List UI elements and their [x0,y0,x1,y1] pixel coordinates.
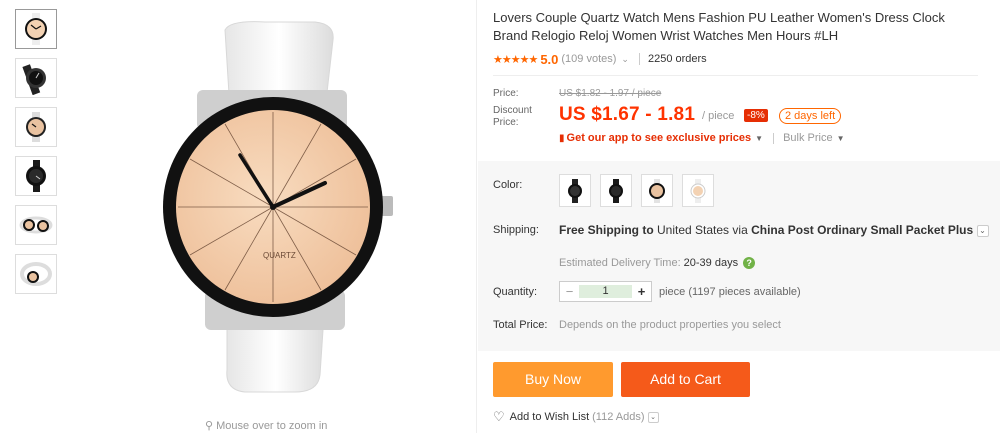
bulk-price-link[interactable]: Bulk Price [783,132,833,144]
color-swatches [559,174,723,207]
app-promo-link[interactable]: Get our app to see exclusive prices [567,132,752,144]
rating-score[interactable]: 5.0 [540,52,558,67]
watch-black-icon [609,178,623,203]
per-piece: / piece [702,110,735,122]
column-divider [476,0,477,433]
divider [638,53,640,65]
price-block: Price: US $1.82 - 1.97 / piece Discount P… [493,82,993,164]
color-swatch-black-watch-2[interactable] [600,174,632,207]
quantity-available: piece (1197 pieces available) [659,286,801,298]
shipping-method: China Post Ordinary Small Packet Plus [751,223,974,237]
watch-pair-icon [19,216,53,234]
watch-image-icon: QUARTZ [163,21,393,393]
magnifier-icon: ⚲ [205,420,214,432]
watch-black-side-icon [26,160,46,192]
discount-label: Discount Price: [493,105,532,128]
divider [493,75,978,76]
star-rating-icon: ★★★★★ [493,53,538,66]
total-price-note: Depends on the product properties you se… [559,319,781,331]
caret-down-icon[interactable]: ▼ [837,134,845,143]
quantity-minus-button[interactable]: − [560,284,579,299]
delivery-days: 20-39 days [683,257,739,269]
phone-icon: ▮ [559,132,565,144]
product-info: Lovers Couple Quartz Watch Mens Fashion … [493,0,993,164]
quantity-input[interactable]: 1 [579,285,632,298]
chevron-down-icon[interactable]: ⌄ [621,54,629,65]
delivery-estimate: Estimated Delivery Time: 20-39 days ? [559,257,756,269]
thumbnail-1[interactable] [15,9,57,49]
thumbnail-4[interactable] [15,156,57,196]
app-promo-row: ▮ Get our app to see exclusive prices ▼ … [559,132,845,144]
watch-peach-side-icon [26,112,46,142]
color-swatch-black-watch[interactable] [559,174,591,207]
product-title: Lovers Couple Quartz Watch Mens Fashion … [493,10,945,43]
rating-row: ★★★★★ 5.0 (109 votes) ⌄ 2250 orders [493,51,993,67]
watch-face-label: QUARTZ [263,251,296,260]
heart-icon[interactable]: ♡ [493,409,505,425]
shipping-info[interactable]: Free Shipping to United States via China… [559,223,991,238]
total-price-label: Total Price: [493,319,548,331]
thumbnail-2[interactable] [15,58,57,98]
original-price: US $1.82 - 1.97 / piece [559,88,662,99]
shipping-free-text: Free Shipping to [559,223,654,237]
buy-now-button[interactable]: Buy Now [493,362,613,397]
quantity-plus-button[interactable]: + [632,284,651,299]
days-left-badge: 2 days left [779,108,842,124]
divider [773,132,775,144]
chevron-down-icon[interactable]: ⌄ [976,224,989,237]
wish-list-row[interactable]: ♡ Add to Wish List (112 Adds) ⌄ [493,409,659,425]
watch-black-icon [568,178,582,203]
quantity-stepper: − 1 + [559,281,652,302]
price-label: Price: [493,88,519,99]
add-to-cart-button[interactable]: Add to Cart [621,362,750,397]
wish-list-link[interactable]: Add to Wish List [510,411,589,423]
thumbnail-3[interactable] [15,107,57,147]
thumbnail-5[interactable] [15,205,57,245]
zoom-hint: ⚲ Mouse over to zoom in [205,419,327,432]
vote-count[interactable]: (109 votes) [561,53,616,65]
shipping-via: via [732,223,748,237]
watch-peach-icon [649,178,665,203]
quantity-label: Quantity: [493,286,538,298]
watch-black-icon [22,64,46,95]
watch-peach-face-icon [25,13,47,45]
discount-badge: -8% [744,109,768,122]
thumbnail-list [15,9,57,303]
watch-band-icon [20,262,52,286]
color-label: Color: [493,179,523,191]
discount-price: US $1.67 - 1.81 [559,104,696,125]
help-icon[interactable]: ? [743,257,756,269]
watch-peach-white-icon [690,178,706,203]
color-swatch-peach-white-watch[interactable] [682,174,714,207]
chevron-down-icon[interactable]: ⌄ [647,411,659,423]
color-swatch-peach-watch[interactable] [641,174,673,207]
main-product-image[interactable]: QUARTZ [135,0,425,412]
shipping-label: Shipping: [493,224,539,236]
delivery-label: Estimated Delivery Time: [559,257,681,269]
zoom-hint-text: Mouse over to zoom in [216,420,328,432]
caret-down-icon[interactable]: ▼ [755,134,763,143]
shipping-destination: United States [657,223,730,237]
wish-count: (112 Adds) [592,411,645,423]
thumbnail-6[interactable] [15,254,57,294]
order-count: 2250 orders [647,53,707,65]
